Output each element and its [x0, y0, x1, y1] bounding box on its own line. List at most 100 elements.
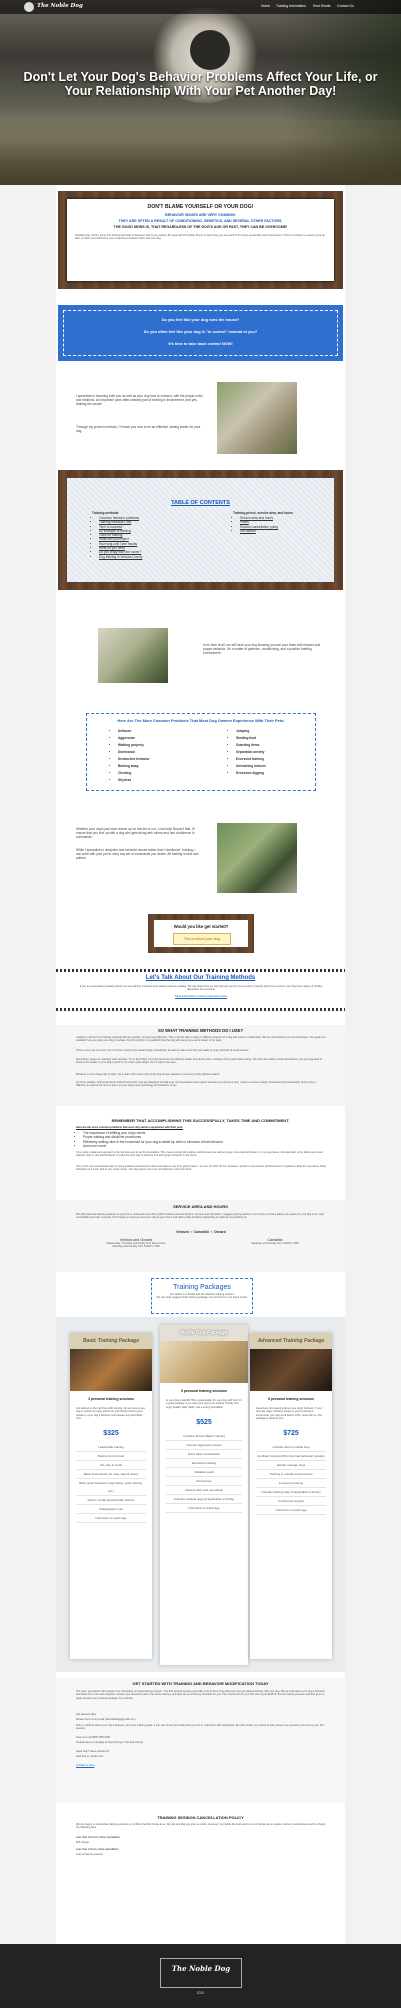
footer: The Noble Dog 2020: [0, 1944, 401, 2008]
toc-link[interactable]: Dog training in Ventura County: [99, 555, 202, 559]
trainer-with-dogs-photo: [217, 382, 297, 454]
toc-right-column: Training prices, service area, and hours…: [233, 511, 333, 533]
contact-us-link[interactable]: Contact us here: [76, 1764, 326, 1767]
problem-item: Walking properly: [118, 742, 198, 749]
tell-us-button[interactable]: Tell us about your dog: [173, 933, 231, 945]
problem-item: Jumping: [236, 728, 316, 735]
package-name: Basic Training Package: [70, 1333, 152, 1349]
patience-text: In no time at all, we will have your dog…: [203, 643, 321, 655]
cta-question: Would you like get started?: [173, 924, 229, 929]
service-right-hours: Saturday and Sunday from 10AM to 7PM: [251, 1242, 299, 1245]
package-feature: Instruction to teach age: [76, 1514, 146, 1524]
what-methods-p1: I believe in all forms of training metho…: [76, 1036, 326, 1043]
nav-contact-us[interactable]: Contact Us: [337, 4, 354, 8]
intro-box: DON'T BLAME YOURSELF OR YOUR DOG! BEHAVI…: [58, 191, 343, 289]
area-camarillo: Camarillo: [193, 1230, 209, 1234]
footer-logo[interactable]: The Noble Dog: [161, 1964, 241, 1973]
toc-left-heading: Training methods: [92, 511, 119, 515]
get-started-p2: Get started today: [76, 1713, 96, 1716]
package-card[interactable]: Basic Training Package 3 personal traini…: [70, 1333, 152, 1659]
problem-item: Aggressive: [118, 735, 198, 742]
package-name: Noble Dog Package: [160, 1325, 248, 1341]
whether-p2: While I specialize in discipline and beh…: [76, 848, 199, 860]
package-price: $525: [196, 1418, 212, 1426]
package-sessions: 3 personal training sessions: [88, 1397, 134, 1401]
service-body: We offer personal training sessions at y…: [76, 1213, 325, 1220]
what-methods-p2: This is not to say you can't, but it is …: [76, 1049, 250, 1052]
cancellation-body: We are happy to reschedule training sess…: [76, 1823, 326, 1830]
logo-icon[interactable]: [24, 2, 34, 12]
blue-q3: It's time to take back control NOW!: [168, 341, 233, 346]
toc-left-list: Common behavior problemsTraining methods…: [92, 516, 202, 559]
service-areas: Ventura ★ Camarillo ★ Oxnard: [150, 1230, 252, 1234]
package-feature: Includes training help (if applicable to…: [256, 1488, 326, 1498]
toc-right-list: Service area and hoursPricesSession canc…: [233, 516, 333, 533]
package-feature: Extra basic socialization: [166, 1450, 242, 1459]
package-features: Leash/walk training Build a bond & trust S…: [76, 1443, 146, 1524]
what-methods-p3: Remember, dogs are naturally 'pack anima…: [76, 1058, 323, 1065]
cancellation-l2b: Loss of training session: [76, 1853, 104, 1856]
package-card[interactable]: Advanced Training Package 8 personal tra…: [250, 1333, 332, 1659]
problem-item: Excessive barking: [236, 756, 316, 763]
problem-item: Shyness: [118, 777, 198, 784]
toc-link[interactable]: Get started: [240, 529, 333, 533]
area-oxnard: Oxnard: [213, 1230, 226, 1234]
package-feature: Confident training (Minimize bad behavio…: [256, 1452, 326, 1462]
package-card[interactable]: Noble Dog Package 6 personal training se…: [160, 1325, 248, 1665]
nav-home[interactable]: Home: [261, 4, 270, 8]
what-methods-p4: Behavior is not a huge part of what I do…: [76, 1073, 220, 1076]
get-started-p8: Feel free to contact me!: [76, 1755, 104, 1758]
package-feature: How to model positive/calm actions: [76, 1496, 146, 1506]
cta-inner: Would you like get started? Tell us abou…: [154, 920, 248, 947]
footer-year: 2020: [196, 1991, 205, 1995]
package-desc: Have deep into learning about your dog's…: [256, 1407, 323, 1420]
nav-kind-words[interactable]: Kind Words: [313, 4, 330, 8]
package-features: Includes all from Basic Training Improve …: [166, 1432, 242, 1513]
problem-item: Guarding items: [236, 742, 316, 749]
package-price: $725: [283, 1430, 299, 1438]
remember-bullet: And much more!: [83, 1144, 333, 1148]
cancellation-heading: TRAINING SESSION CANCELLATION POLICY: [157, 1815, 244, 1820]
get-started-p1: The way I get started with people is by …: [76, 1690, 325, 1700]
package-feature: Leash/walk training: [76, 1443, 146, 1453]
blue-box-border: Do you feel like your dog runs the house…: [63, 310, 338, 356]
star-icon: ★: [209, 1230, 213, 1234]
service-section: [56, 1200, 345, 1272]
packages-heading: Training Packages: [173, 1284, 231, 1291]
problem-item: Barking away: [118, 763, 198, 770]
problem-item: Dominance: [118, 749, 198, 756]
specialize-p1: I specialize in teaching both you as wel…: [76, 394, 203, 406]
problems-box: Here Are The More Common Problems That M…: [86, 713, 316, 791]
navbar: The Noble Dog Home Training Information …: [0, 0, 401, 14]
package-sessions: 6 personal training sessions: [181, 1389, 227, 1393]
methods-link[interactable]: Read information on training packages be…: [76, 995, 326, 998]
remember-heading: REMEMBER THAT ACCOMPLISHING THIS SUCCESS…: [111, 1118, 290, 1123]
cancellation-l2: Less than 2 hours notice cancellation: [76, 1848, 119, 1851]
package-name: Advanced Training Package: [250, 1333, 332, 1349]
blue-q1: Do you feel like your dog runs the house…: [161, 317, 240, 322]
hero-ground: [0, 120, 401, 185]
package-price: $325: [103, 1430, 119, 1438]
problem-item: Excessive digging: [236, 770, 316, 777]
remember-p1: I live using a balanced approach to be t…: [76, 1151, 323, 1158]
problem-item: Unleashing indoors: [236, 763, 316, 770]
toc-left-column: Training methods Common behavior problem…: [92, 511, 202, 559]
nav-training-information[interactable]: Training Information: [276, 4, 306, 8]
package-feature: Instruction to teach age: [256, 1506, 326, 1516]
intro-body: Similarly dog, there's some that trainin…: [75, 234, 325, 241]
whether-p1: Whether your dog's just have shown up on…: [76, 827, 195, 839]
remember-list: The importance of fulfilling your dog's …: [76, 1131, 333, 1148]
remember-p2: One of the most overlooked ways of using…: [76, 1165, 326, 1172]
get-started-p6: Please leave a message at Dog training i…: [76, 1741, 144, 1744]
problems-right-list: JumpingStealing foodGuarding itemsSepara…: [229, 728, 316, 777]
package-features: Includes all from Noble Dog Confident tra…: [256, 1443, 326, 1516]
package-desc: Get started on the right foot with train…: [76, 1407, 145, 1420]
packages-sub2: We can help suggest which training packa…: [156, 1296, 248, 1300]
package-feature: Reliable recall: [166, 1468, 242, 1477]
logo-text[interactable]: The Noble Dog: [37, 3, 83, 9]
package-feature: Dominance: [166, 1477, 242, 1486]
service-left-hours2: Saturday and Sunday from 10AM to 7PM: [112, 1245, 160, 1249]
package-desc: Is your dog a handful? Be a great leader…: [166, 1399, 242, 1409]
service-right: Camarillo Saturday and Sunday from 10AM …: [215, 1238, 335, 1245]
package-feature: Includes all from Basic Training: [166, 1432, 242, 1441]
